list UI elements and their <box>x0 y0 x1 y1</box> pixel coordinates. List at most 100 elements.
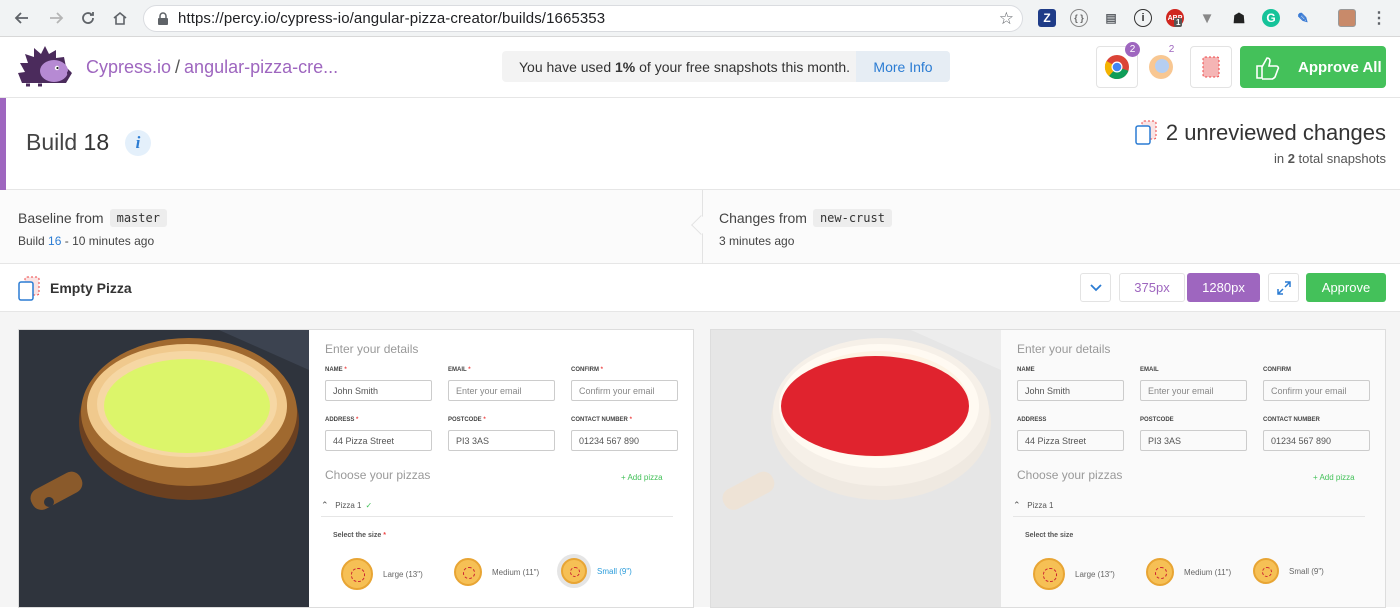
size-medium-label: Medium (11") <box>1184 567 1232 577</box>
total-count: 2 <box>1287 151 1295 166</box>
unreviewed-text: unreviewed changes <box>1184 120 1386 145</box>
baseline-time: - 10 minutes ago <box>64 234 155 248</box>
collapse-button[interactable] <box>1080 273 1111 302</box>
postcode-label: POSTCODE <box>1140 417 1174 423</box>
contact-field: 01234 567 890 <box>1263 430 1370 451</box>
address-bar[interactable]: https://percy.io/cypress-io/angular-pizz… <box>143 5 1023 32</box>
name-field[interactable]: John Smith <box>325 380 432 401</box>
more-info-button[interactable]: More Info <box>856 51 950 82</box>
details-heading: Enter your details <box>325 342 419 356</box>
postcode-field: PI3 3AS <box>1140 430 1247 451</box>
address-label: ADDRESS * <box>325 417 358 423</box>
pizza-board-image <box>19 330 309 607</box>
info-extension-icon[interactable]: i <box>1134 9 1152 27</box>
chevron-down-icon <box>1089 283 1102 291</box>
required-mark: * <box>629 417 632 423</box>
pizza-large-icon <box>341 558 373 590</box>
back-icon[interactable] <box>10 6 34 30</box>
changes-branch: new-crust <box>812 209 892 227</box>
org-link[interactable]: Cypress.io <box>86 57 171 77</box>
octocat-extension-icon[interactable]: ☗ <box>1230 9 1248 27</box>
firefox-browser-tab[interactable]: 2 <box>1140 44 1182 88</box>
approve-all-button[interactable]: Approve All <box>1240 46 1386 88</box>
percy-header: Cypress.io / angular-pizza-cre... You have… <box>0 37 1400 98</box>
build-label: Build <box>26 129 78 155</box>
changes-label: Changes from <box>719 210 807 226</box>
check-icon: ✓ <box>365 501 373 510</box>
baseline-info: Baseline from master Build 16 - 10 minute… <box>18 190 167 264</box>
fullscreen-button[interactable] <box>1268 273 1299 302</box>
changes-snapshot[interactable]: Enter your details NAME John Smith EMAIL… <box>710 329 1386 608</box>
vue-extension-icon[interactable]: ▼ <box>1198 9 1216 27</box>
address-field[interactable]: 44 Pizza Street <box>325 430 432 451</box>
bookmark-star-icon[interactable]: ☆ <box>999 9 1014 29</box>
chrome-changes-badge: 2 <box>1125 42 1140 57</box>
breadcrumb-separator: / <box>175 57 181 77</box>
home-icon[interactable] <box>108 6 132 30</box>
email-label: EMAIL <box>1140 367 1159 373</box>
url-text: https://percy.io/cypress-io/angular-pizz… <box>178 10 606 27</box>
email-label-text: EMAIL <box>448 367 467 373</box>
required-mark: * <box>356 417 359 423</box>
pizzas-heading: Choose your pizzas <box>325 468 431 482</box>
chrome-browser-tab[interactable]: 2 <box>1096 42 1140 88</box>
build-header: Build 18 i 2 unreviewed changes in 2 tot… <box>0 98 1400 190</box>
chevron-up-icon: ⌃ <box>321 500 329 510</box>
width-1280-button[interactable]: 1280px <box>1187 273 1260 302</box>
snapshot-diff-icon <box>1135 120 1157 145</box>
lock-icon <box>154 10 172 28</box>
code-extension-icon[interactable]: { } <box>1070 9 1088 27</box>
forward-icon[interactable] <box>44 6 68 30</box>
grammarly-extension-icon[interactable]: G <box>1262 9 1280 27</box>
pizza-1-toggle[interactable]: ⌃ Pizza 1 ✓ <box>321 500 372 511</box>
postcode-field[interactable]: PI3 3AS <box>448 430 555 451</box>
pizza-small-icon <box>561 558 587 584</box>
required-mark: * <box>483 417 486 423</box>
pizza-medium-icon <box>454 558 482 586</box>
contact-label: CONTACT NUMBER * <box>571 417 632 423</box>
browser-menu-icon[interactable]: ⋮ <box>1370 9 1388 27</box>
browser-chrome: https://percy.io/cypress-io/angular-pizz… <box>0 0 1400 37</box>
chevron-up-icon: ⌃ <box>1013 500 1021 510</box>
width-375-button[interactable]: 375px <box>1119 273 1185 302</box>
size-medium-label: Medium (11") <box>492 567 540 577</box>
size-small-option[interactable]: Small (9") <box>561 558 632 584</box>
baseline-build-link[interactable]: 16 <box>48 234 61 248</box>
required-mark: * <box>600 367 604 373</box>
pizza-small-icon <box>1253 558 1279 584</box>
details-form-diff: Enter your details NAME John Smith EMAIL… <box>1001 330 1385 607</box>
email-field[interactable]: Enter your email <box>448 380 555 401</box>
snapshot-toggle-button[interactable] <box>1190 46 1232 88</box>
feather-extension-icon[interactable]: ✎ <box>1294 9 1312 27</box>
divider <box>1013 516 1365 517</box>
pizzas-heading: Choose your pizzas <box>1017 468 1123 482</box>
contact-field[interactable]: 01234 567 890 <box>571 430 678 451</box>
add-pizza-link[interactable]: + Add pizza <box>621 473 663 482</box>
approve-snapshot-button[interactable]: Approve <box>1306 273 1386 302</box>
page-extension-icon[interactable]: ▤ <box>1102 9 1120 27</box>
reload-icon[interactable] <box>76 6 100 30</box>
firefox-changes-badge: 2 <box>1168 44 1175 55</box>
adblock-extension-icon[interactable]: ABP 1 <box>1166 9 1184 27</box>
size-large-label: Large (13") <box>383 569 423 579</box>
baseline-snapshot[interactable]: Enter your details NAME * John Smith EMA… <box>18 329 694 608</box>
required-mark: * <box>383 532 386 539</box>
build-status-accent <box>0 98 6 190</box>
project-link[interactable]: angular-pizza-cre... <box>184 57 338 77</box>
confirm-field[interactable]: Confirm your email <box>571 380 678 401</box>
size-medium-option: Medium (11") <box>1144 558 1231 586</box>
confirm-field: Confirm your email <box>1263 380 1370 401</box>
size-small-option: Small (9") <box>1253 558 1324 584</box>
profile-avatar[interactable] <box>1338 9 1356 27</box>
postcode-label-text: POSTCODE <box>448 417 482 423</box>
pizza-medium-icon <box>1146 558 1174 586</box>
size-medium-option[interactable]: Medium (11") <box>452 558 539 586</box>
build-info-icon[interactable]: i <box>125 130 151 156</box>
pizza-1-toggle: ⌃ Pizza 1 <box>1013 500 1053 511</box>
name-label: NAME * <box>325 367 347 373</box>
zotero-extension-icon[interactable]: Z <box>1038 9 1056 27</box>
size-large-option[interactable]: Large (13") <box>341 558 423 590</box>
percy-logo-icon[interactable] <box>16 43 74 91</box>
snapshot-header: Empty Pizza 375px 1280px Approve <box>0 265 1400 311</box>
quota-notice: You have used 1% of your free snapshots … <box>502 51 950 82</box>
